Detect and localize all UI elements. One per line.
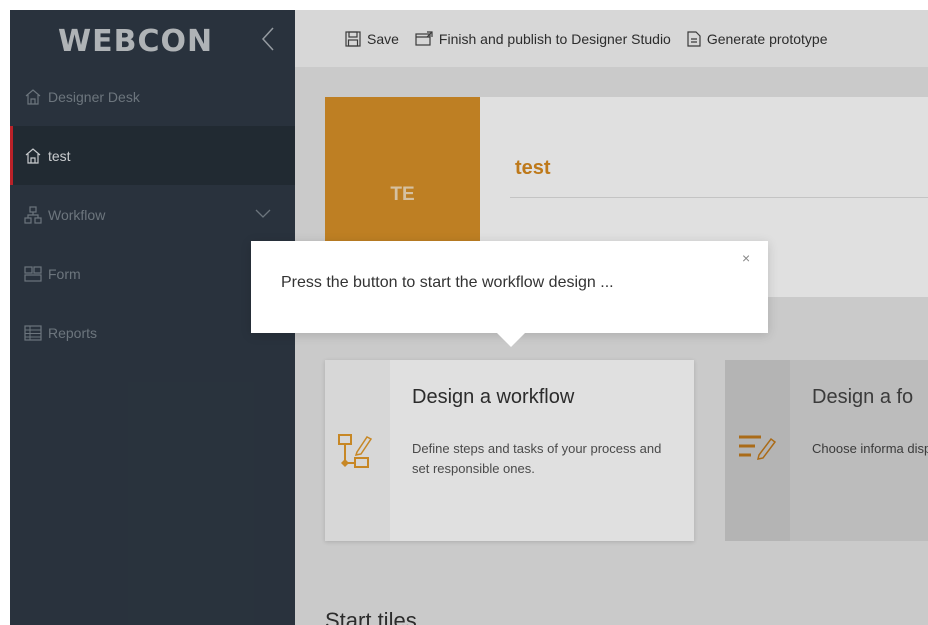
logo-row: WEBCON bbox=[10, 10, 295, 67]
workflow-icon bbox=[24, 205, 42, 224]
tile-description: Define steps and tasks of your process a… bbox=[412, 441, 662, 476]
save-icon bbox=[345, 30, 361, 47]
sidebar-item-label: Workflow bbox=[48, 206, 106, 223]
callout-pointer bbox=[497, 333, 525, 347]
finish-publish-label: Finish and publish to Designer Studio bbox=[438, 30, 671, 47]
reports-icon bbox=[24, 324, 42, 341]
save-button[interactable]: Save bbox=[345, 31, 399, 47]
webcon-logo: WEBCON bbox=[58, 24, 214, 59]
tile-body: Design a workflow Define steps and tasks… bbox=[390, 360, 682, 541]
tutorial-callout: Press the button to start the workflow d… bbox=[251, 241, 768, 347]
start-tiles-heading: Start tiles bbox=[325, 608, 417, 625]
name-underline bbox=[510, 197, 928, 198]
chevron-down-icon[interactable] bbox=[255, 209, 271, 219]
document-icon bbox=[687, 30, 701, 47]
home-icon bbox=[25, 147, 41, 164]
design-form-tile[interactable]: Design a fo Choose informa display bbox=[725, 360, 928, 541]
tile-title: Design a workflow bbox=[412, 386, 575, 408]
sidebar-item-workflow[interactable]: Workflow bbox=[10, 185, 295, 244]
form-design-icon bbox=[739, 435, 777, 460]
generate-prototype-label: Generate prototype bbox=[706, 30, 828, 47]
publish-icon bbox=[415, 30, 433, 46]
process-name[interactable]: test bbox=[515, 157, 551, 180]
finish-publish-button[interactable]: Finish and publish to Designer Studio bbox=[415, 31, 671, 47]
design-workflow-tile[interactable]: Design a workflow Define steps and tasks… bbox=[325, 360, 694, 541]
tile-icon-strip bbox=[325, 360, 390, 541]
home-icon bbox=[25, 88, 41, 105]
tile-icon-strip bbox=[725, 360, 790, 541]
tile-body: Design a fo Choose informa display bbox=[790, 360, 928, 541]
sidebar-item-designer-desk[interactable]: Designer Desk bbox=[10, 67, 295, 126]
sidebar-item-label: Form bbox=[48, 265, 81, 282]
sidebar-item-label: test bbox=[48, 147, 71, 164]
generate-prototype-button[interactable]: Generate prototype bbox=[687, 30, 828, 47]
close-icon[interactable]: × bbox=[742, 250, 750, 266]
workflow-design-icon bbox=[338, 434, 373, 468]
sidebar-item-label: Reports bbox=[48, 324, 98, 341]
sidebar-item-test[interactable]: test bbox=[10, 126, 295, 185]
tile-title: Design a fo bbox=[812, 386, 914, 408]
callout-text: Press the button to start the workflow d… bbox=[281, 274, 614, 291]
sidebar-item-label: Designer Desk bbox=[48, 88, 140, 105]
collapse-sidebar-icon[interactable] bbox=[261, 26, 275, 52]
save-label: Save bbox=[367, 30, 399, 47]
toolbar: Save Finish and publish to Designer Stud… bbox=[295, 10, 928, 67]
tile-description: Choose informa display bbox=[812, 441, 928, 456]
form-icon bbox=[24, 265, 42, 282]
